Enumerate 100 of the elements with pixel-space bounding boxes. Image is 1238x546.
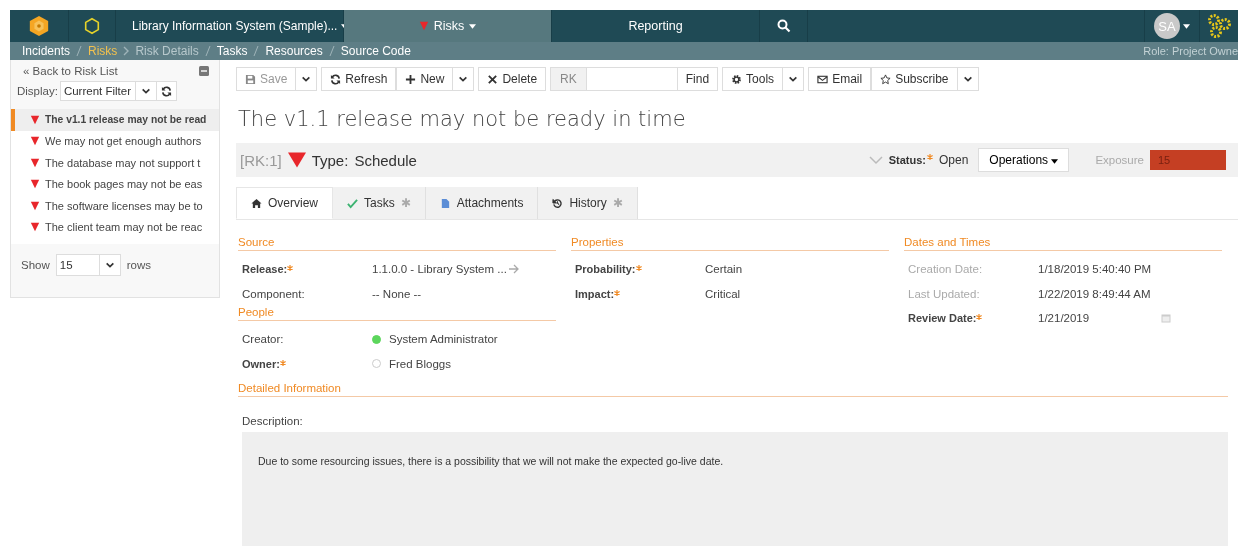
section-heading: People — [238, 306, 556, 321]
field-label: Probability: — [575, 263, 636, 276]
risk-list-item[interactable]: The database may not support t — [11, 152, 219, 174]
hexagon-icon[interactable] — [83, 17, 101, 35]
slash-divider — [253, 46, 260, 56]
required-icon — [635, 265, 642, 272]
field-label: Component: — [242, 287, 305, 300]
rows-label: rows — [126, 259, 152, 271]
required-icon — [279, 359, 286, 366]
field-value[interactable]: 1/21/2019 — [1038, 312, 1090, 325]
collapse-icon[interactable] — [199, 66, 209, 76]
chevron-right-icon — [123, 46, 130, 56]
slash-divider — [76, 46, 83, 56]
risk-list-item[interactable]: The software licenses may be to — [11, 195, 219, 217]
risk-icon — [30, 222, 40, 233]
field-value: System Administrator — [389, 333, 498, 346]
field-value: 1/22/2019 8:49:44 AM — [1038, 287, 1151, 300]
close-icon — [487, 73, 499, 85]
nav-tab[interactable]: Risks — [344, 10, 552, 42]
slash-divider — [204, 46, 211, 56]
toolbar-button[interactable]: Delete — [478, 67, 547, 91]
refresh-button[interactable] — [157, 81, 177, 101]
status-value: Open — [939, 153, 969, 167]
dropdown-button[interactable] — [453, 67, 475, 91]
status-label: Status: — [888, 154, 926, 166]
toolbar-button[interactable]: Email — [808, 67, 872, 91]
required-icon — [287, 265, 294, 272]
chevron-down-icon — [301, 74, 312, 84]
gears-icon[interactable] — [1206, 13, 1232, 39]
dropdown-button[interactable] — [957, 67, 979, 91]
type-label: Type: — [311, 151, 349, 169]
field-label: Impact: — [575, 287, 615, 300]
dropdown-button[interactable] — [783, 67, 805, 91]
breadcrumb-link[interactable]: Incidents — [22, 44, 71, 58]
tab[interactable]: Overview — [236, 187, 333, 219]
field-label: Description: — [242, 415, 304, 427]
type-value: Schedule — [354, 151, 417, 169]
tab[interactable]: Tasks ✱ — [333, 187, 426, 219]
risk-icon — [30, 179, 40, 190]
field-value: 1/18/2019 5:40:40 PM — [1038, 263, 1152, 276]
page-title: The v1.1 release may not be ready in time — [238, 107, 687, 133]
back-link[interactable]: « Back to Risk List — [23, 65, 118, 77]
field-label: Creation Date: — [908, 263, 983, 276]
breadcrumb-link[interactable]: Tasks — [216, 44, 248, 58]
role-label: Role: Project Owne — [1143, 45, 1238, 57]
display-select[interactable]: Current Filter — [59, 81, 157, 101]
document-icon — [439, 197, 451, 209]
search-icon — [776, 19, 791, 33]
chevron-down-icon — [141, 86, 151, 96]
save-icon — [245, 73, 256, 85]
field-label: Owner: — [242, 357, 280, 370]
required-icon — [976, 314, 983, 321]
risk-id: [RK:1] — [240, 151, 282, 169]
risk-list-item[interactable]: The book pages may not be eas — [11, 173, 219, 195]
description-field[interactable]: Due to some resourcing issues, there is a possibility that we will not make the expected go-live date. — [242, 432, 1228, 546]
online-status-dot — [372, 334, 381, 344]
description-text: Due to some resourcing issues, there is a possibility that we will not make the expected go-live date. — [258, 455, 724, 467]
refresh-icon — [161, 85, 172, 97]
slash-divider — [328, 46, 335, 56]
find-button[interactable]: Find — [676, 67, 719, 91]
home-icon — [251, 197, 262, 209]
asterisk-symbol: ✱ — [400, 196, 411, 210]
toolbar-button[interactable]: Subscribe — [871, 67, 958, 91]
gear-icon — [731, 73, 743, 85]
field-value: -- None -- — [372, 287, 422, 300]
check-icon — [347, 197, 358, 209]
plus-icon — [405, 73, 417, 85]
risk-list-item[interactable]: We may not get enough authors — [11, 130, 219, 152]
caret-down-icon — [1183, 23, 1190, 29]
logo-icon[interactable] — [28, 15, 50, 37]
breadcrumb-link[interactable]: Source Code — [340, 44, 411, 58]
risk-icon — [30, 136, 40, 147]
section-heading: Detailed Information — [238, 382, 1228, 397]
field-value: Fred Bloggs — [389, 357, 451, 370]
refresh-icon — [330, 73, 342, 85]
chevron-down-icon — [788, 74, 799, 84]
chevron-down-icon — [962, 74, 973, 84]
id-prefix: RK — [550, 67, 587, 91]
find-field[interactable] — [586, 67, 677, 91]
star-icon — [880, 73, 892, 85]
field-label: Last Updated: — [908, 287, 980, 300]
risk-icon — [30, 114, 40, 125]
risk-list-item[interactable]: The v1.1 release may not be read — [11, 109, 219, 131]
toolbar-button[interactable]: New — [396, 67, 454, 91]
breadcrumb-link[interactable]: Resources — [265, 44, 323, 58]
history-icon — [552, 197, 564, 209]
chevron-down-icon — [458, 74, 469, 84]
chevron-down-icon — [104, 260, 115, 270]
tab[interactable]: History ✱ — [538, 187, 638, 219]
tab[interactable]: Attachments — [425, 187, 539, 219]
required-icon — [614, 289, 621, 296]
toolbar-button[interactable]: Tools — [722, 67, 784, 91]
required-icon — [927, 154, 933, 160]
toolbar-button[interactable]: Refresh — [321, 67, 397, 91]
field-label: Release: — [242, 263, 288, 276]
rows-select[interactable]: 15 — [55, 254, 121, 276]
operations-button[interactable]: Operations — [978, 148, 1070, 172]
risk-list-item[interactable]: The client team may not be reac — [11, 216, 219, 238]
caret-down-icon — [1051, 159, 1059, 164]
exposure-value: 15 — [1150, 150, 1226, 170]
